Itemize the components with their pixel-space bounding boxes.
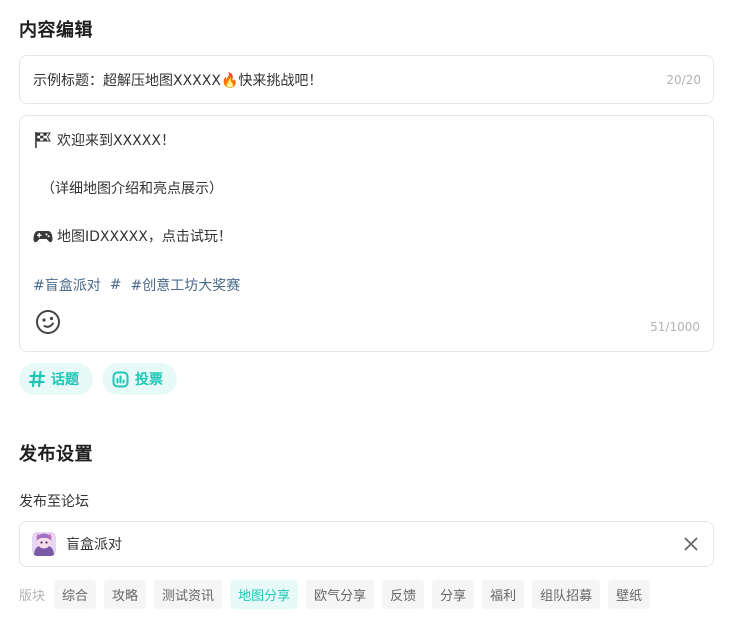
board-tag-guides[interactable]: 攻略 [104, 580, 147, 609]
body-line-detail: （详细地图介绍和亮点展示） [41, 178, 223, 198]
board-tag-feedback[interactable]: 反馈 [382, 580, 425, 609]
hashtag-separator: # [109, 277, 122, 293]
board-tag-share[interactable]: 分享 [432, 580, 475, 609]
post-editor: 内容编辑 示例标题：超解压地图XXXXX🔥快来挑战吧！ 20/20 欢迎来到XX… [0, 0, 738, 641]
board-label: 版块 [19, 589, 46, 604]
welcome-text: 欢迎来到XXXXX！ [57, 133, 175, 149]
board-tag-map-share[interactable]: 地图分享 [230, 580, 299, 609]
body-line-tags: #盲盒派对 # #创意工坊大奖赛 [33, 275, 240, 295]
forum-select-label: 发布至论坛 [19, 494, 89, 510]
close-icon[interactable] [683, 536, 699, 552]
title-input-value: 示例标题：超解压地图XXXXX🔥快来挑战吧！ [33, 72, 323, 89]
board-selector: 版块 综合 攻略 测试资讯 地图分享 欧气分享 反馈 分享 福利 组队招募 壁纸 [19, 580, 658, 609]
poll-icon [112, 371, 129, 387]
hashtag-workshop-contest[interactable]: #创意工坊大奖赛 [130, 275, 240, 295]
publish-settings-heading: 发布设置 [19, 444, 93, 465]
board-tag-team-recruit[interactable]: 组队招募 [532, 580, 601, 609]
board-tag-general[interactable]: 综合 [54, 580, 97, 609]
detail-text: （详细地图介绍和亮点展示） [41, 181, 223, 197]
emoji-icon[interactable] [35, 309, 61, 335]
board-tag-welfare[interactable]: 福利 [482, 580, 525, 609]
hash-icon [29, 371, 45, 387]
topic-button-label: 话题 [51, 372, 79, 388]
forum-avatar [32, 532, 56, 556]
body-line-welcome: 欢迎来到XXXXX！ [33, 130, 175, 150]
title-char-counter: 20/20 [666, 72, 701, 87]
title-input[interactable]: 示例标题：超解压地图XXXXX🔥快来挑战吧！ 20/20 [19, 55, 714, 104]
gamepad-icon [33, 231, 53, 243]
body-line-map: 地图IDXXXXX，点击试玩！ [33, 226, 232, 246]
body-textarea[interactable]: 欢迎来到XXXXX！ （详细地图介绍和亮点展示） 地图IDXXXXX，点击试玩！… [19, 115, 714, 352]
board-tag-wallpaper[interactable]: 壁纸 [608, 580, 651, 609]
poll-button[interactable]: 投票 [102, 363, 177, 395]
hashtag-blindbox-party[interactable]: #盲盒派对 [33, 275, 101, 295]
board-tag-test-news[interactable]: 测试资讯 [154, 580, 223, 609]
content-edit-heading: 内容编辑 [19, 20, 93, 41]
forum-selector[interactable]: 盲盒派对 [19, 521, 714, 567]
poll-button-label: 投票 [135, 372, 163, 388]
forum-name: 盲盒派对 [66, 537, 122, 553]
topic-button[interactable]: 话题 [19, 363, 93, 395]
body-char-counter: 51/1000 [650, 320, 700, 334]
flag-icon [35, 132, 51, 148]
map-id-text: 地图IDXXXXX，点击试玩！ [57, 229, 232, 245]
board-tag-luck-share[interactable]: 欧气分享 [306, 580, 375, 609]
